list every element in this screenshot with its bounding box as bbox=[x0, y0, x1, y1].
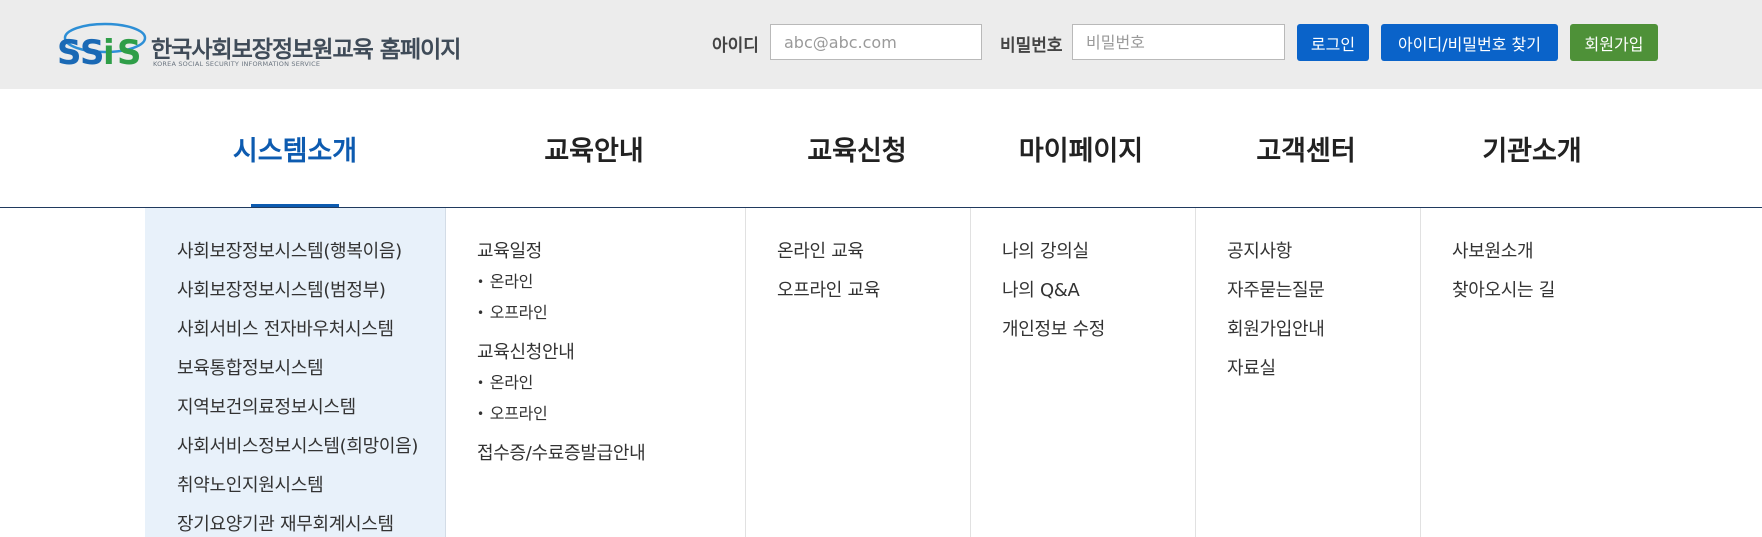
signup-button[interactable]: 회원가입 bbox=[1570, 24, 1658, 61]
submenu-item[interactable]: 보육통합정보시스템 bbox=[177, 359, 418, 379]
column-divider bbox=[1195, 208, 1196, 537]
submenu-item[interactable]: 취약노인지원시스템 bbox=[177, 476, 418, 496]
submenu-item[interactable]: 공지사항 bbox=[1227, 242, 1325, 262]
svg-text:i: i bbox=[103, 33, 115, 72]
submenu-item[interactable]: 접수증/수료증발급안내 bbox=[477, 444, 646, 464]
ssis-logo-mark: S S i S bbox=[57, 22, 147, 72]
nav-system-intro[interactable]: 시스템소개 bbox=[233, 129, 357, 168]
submenu-item[interactable]: 자주묻는질문 bbox=[1227, 281, 1325, 301]
submenu-mypage: 나의 강의실 나의 Q&A 개인정보 수정 bbox=[1002, 242, 1105, 340]
column-divider bbox=[745, 208, 746, 537]
submenu-item[interactable]: 나의 강의실 bbox=[1002, 242, 1105, 262]
top-bar: S S i S 한국사회보장정보원교육 홈페이지 KOREA SOCIAL SE… bbox=[0, 0, 1762, 89]
submenu-item[interactable]: 자료실 bbox=[1227, 359, 1325, 379]
column-divider bbox=[970, 208, 971, 537]
password-label: 비밀번호 bbox=[1000, 36, 1063, 56]
svg-text:S: S bbox=[80, 33, 105, 72]
submenu-item[interactable]: 나의 Q&A bbox=[1002, 281, 1105, 301]
submenu-item[interactable]: 사회서비스정보시스템(희망이음) bbox=[177, 437, 418, 457]
logo-title: 한국사회보장정보원교육 홈페이지 bbox=[151, 30, 461, 64]
find-account-button[interactable]: 아이디/비밀번호 찾기 bbox=[1381, 24, 1558, 61]
nav-support[interactable]: 고객센터 bbox=[1256, 129, 1355, 168]
nav-edu-apply[interactable]: 교육신청 bbox=[807, 129, 906, 168]
nav-about[interactable]: 기관소개 bbox=[1482, 129, 1581, 168]
submenu-subitem[interactable]: 오프라인 bbox=[477, 404, 645, 425]
svg-text:S: S bbox=[117, 33, 142, 72]
submenu-about: 사보원소개 찾아오시는 길 bbox=[1452, 242, 1555, 301]
logo-subtitle: KOREA SOCIAL SECURITY INFORMATION SERVIC… bbox=[153, 60, 321, 68]
submenu-subitem[interactable]: 오프라인 bbox=[477, 303, 645, 324]
submenu-edu-apply: 온라인 교육 오프라인 교육 bbox=[777, 242, 880, 301]
submenu-edu-info: 교육일정 온라인 오프라인 교육신청안내 온라인 오프라인 접수증/수료증발급안… bbox=[477, 242, 646, 464]
submenu-item[interactable]: 사회서비스 전자바우처시스템 bbox=[177, 320, 418, 340]
nav-mypage[interactable]: 마이페이지 bbox=[1019, 129, 1143, 168]
submenu-item[interactable]: 교육신청안내 bbox=[477, 343, 645, 363]
submenu-subitem[interactable]: 온라인 bbox=[477, 373, 645, 394]
submenu-item[interactable]: 장기요양기관 재무회계시스템 bbox=[177, 515, 418, 535]
id-label: 아이디 bbox=[712, 36, 759, 56]
logo-title-suffix: 교육 홈페이지 bbox=[332, 37, 461, 63]
password-input[interactable] bbox=[1072, 24, 1285, 60]
submenu-item[interactable]: 사보원소개 bbox=[1452, 242, 1555, 262]
submenu-item[interactable]: 사회보장정보시스템(범정부) bbox=[177, 281, 418, 301]
submenu-item[interactable]: 교육일정 bbox=[477, 242, 645, 262]
submenu-item[interactable]: 지역보건의료정보시스템 bbox=[177, 398, 418, 418]
svg-text:S: S bbox=[57, 33, 82, 72]
login-button[interactable]: 로그인 bbox=[1297, 24, 1369, 61]
nav-edu-info[interactable]: 교육안내 bbox=[544, 129, 643, 168]
submenu-system-intro: 사회보장정보시스템(행복이음) 사회보장정보시스템(범정부) 사회서비스 전자바… bbox=[177, 242, 418, 535]
column-divider bbox=[1420, 208, 1421, 537]
submenu-support: 공지사항 자주묻는질문 회원가입안내 자료실 bbox=[1227, 242, 1325, 379]
submenu-item[interactable]: 개인정보 수정 bbox=[1002, 320, 1105, 340]
submenu-item[interactable]: 온라인 교육 bbox=[777, 242, 880, 262]
submenu-subitem[interactable]: 온라인 bbox=[477, 272, 645, 293]
submenu-item[interactable]: 오프라인 교육 bbox=[777, 281, 880, 301]
submenu-item[interactable]: 찾아오시는 길 bbox=[1452, 281, 1555, 301]
submenu-item[interactable]: 회원가입안내 bbox=[1227, 320, 1325, 340]
id-input[interactable] bbox=[770, 24, 982, 60]
submenu-item[interactable]: 사회보장정보시스템(행복이음) bbox=[177, 242, 418, 262]
